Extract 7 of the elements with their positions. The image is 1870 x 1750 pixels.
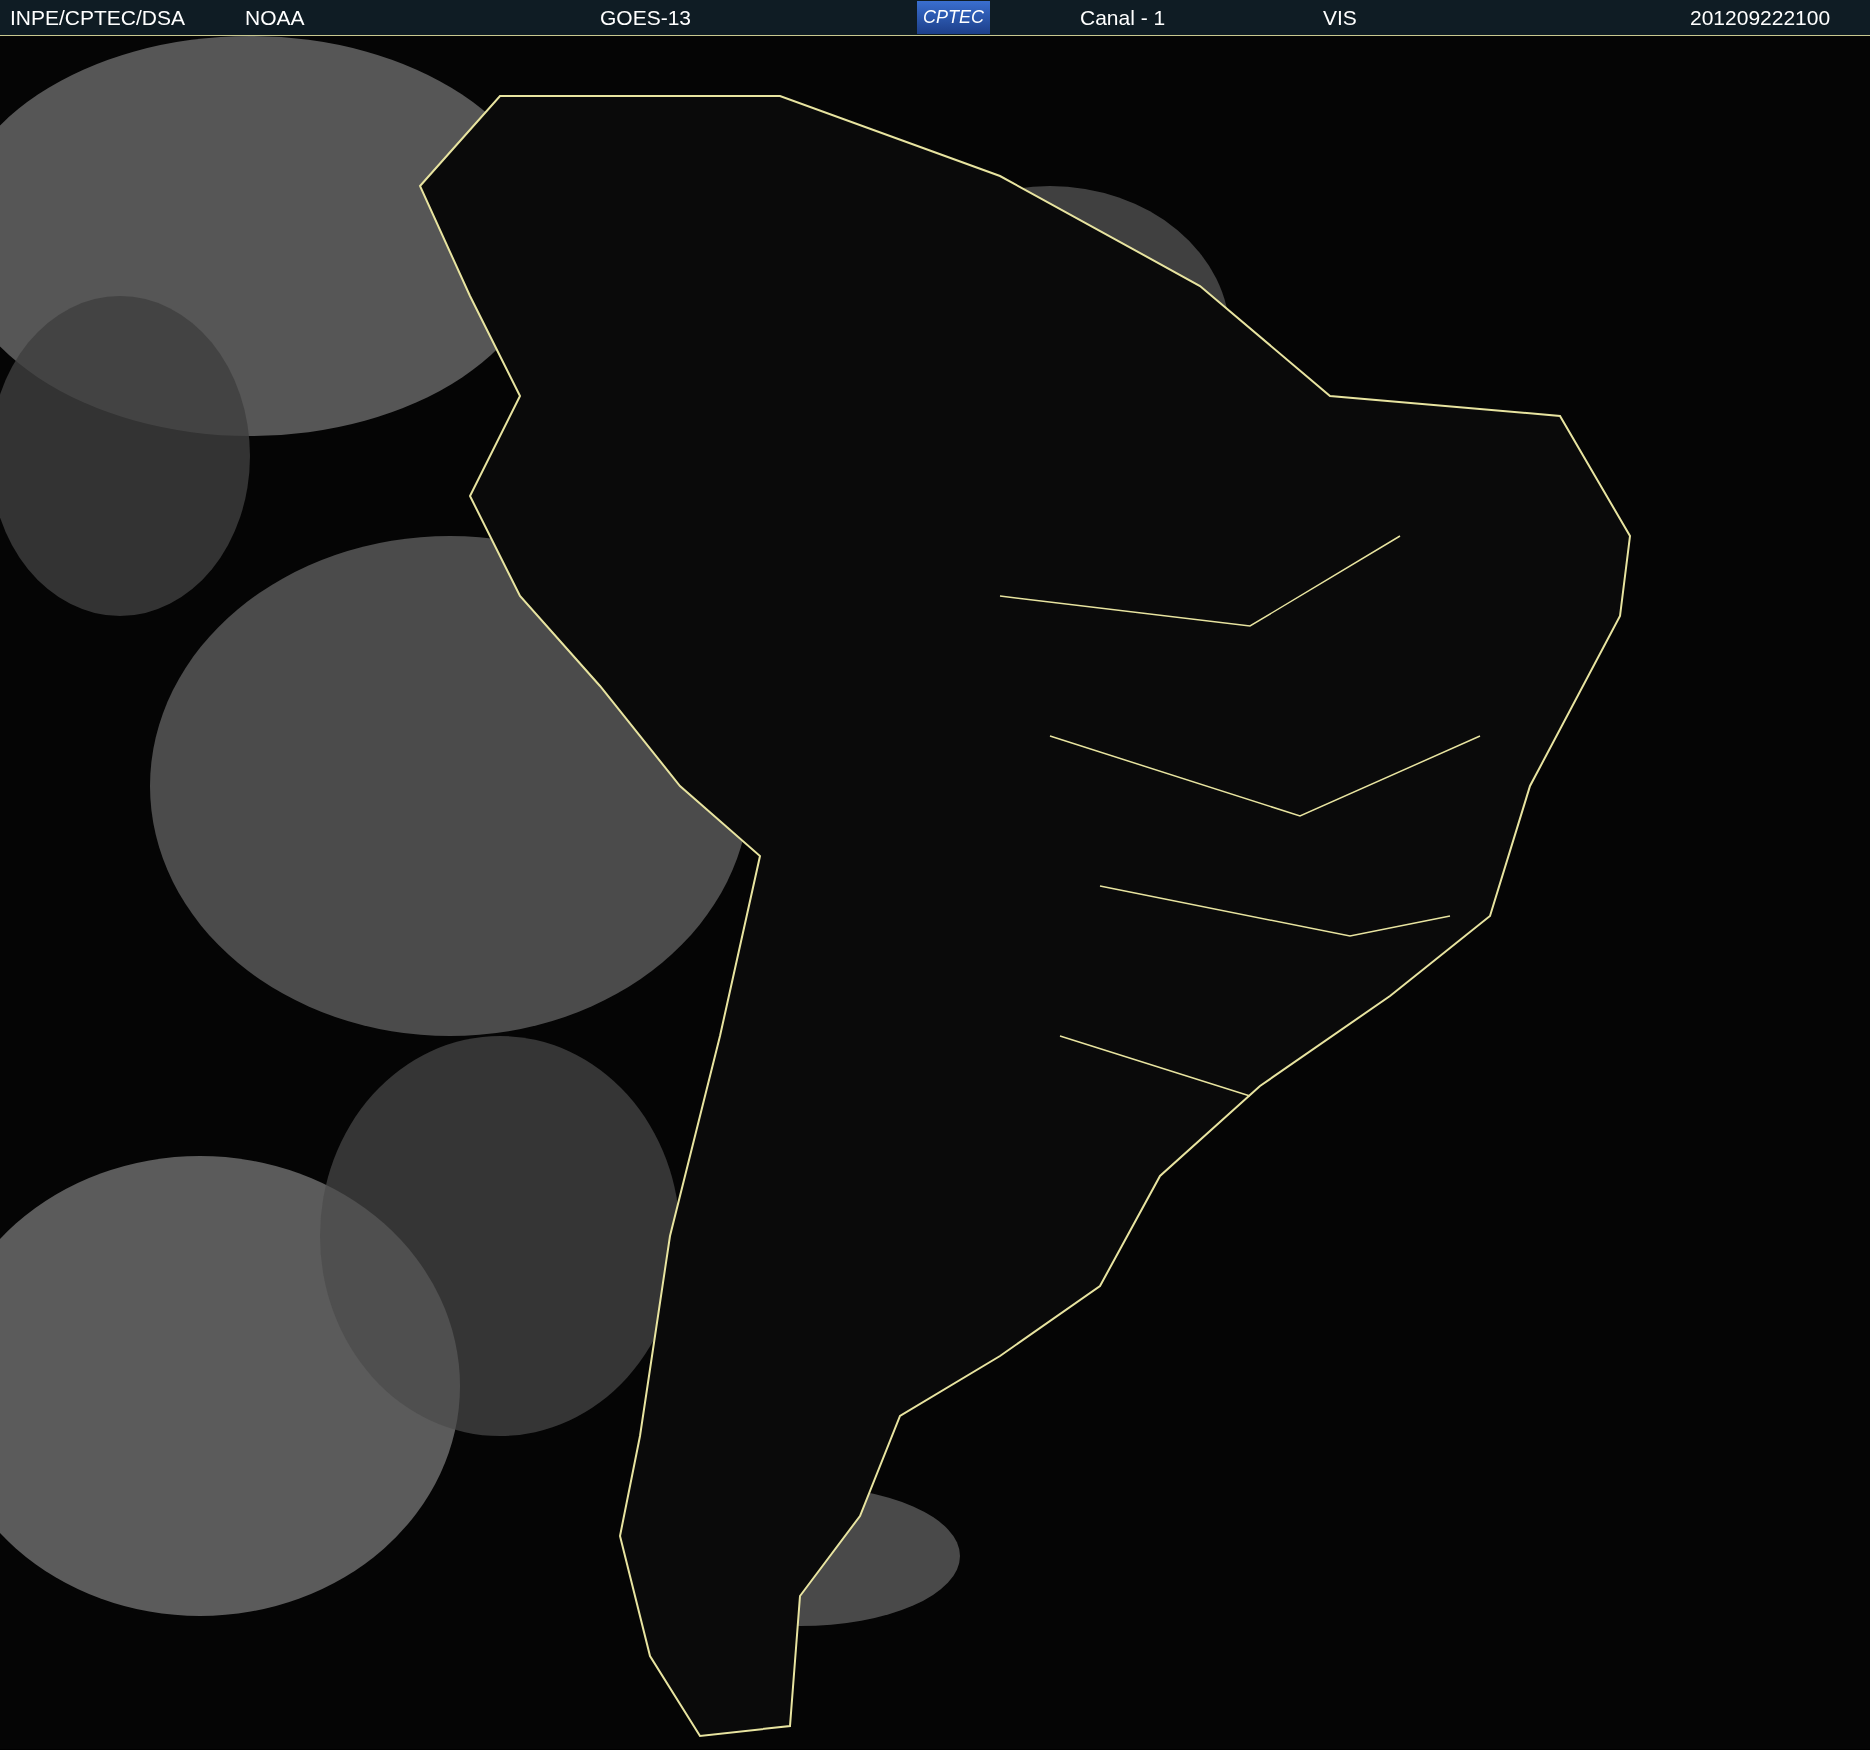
logo: CPTEC — [917, 1, 990, 34]
satellite-label: GOES-13 — [600, 5, 692, 29]
timestamp-label: 201209222100 — [1690, 5, 1831, 29]
channel-label: Canal - 1 — [1080, 5, 1166, 29]
source-label: INPE/CPTEC/DSA — [10, 5, 186, 29]
band-label: VIS — [1323, 5, 1357, 29]
agency-label: NOAA — [245, 5, 305, 29]
